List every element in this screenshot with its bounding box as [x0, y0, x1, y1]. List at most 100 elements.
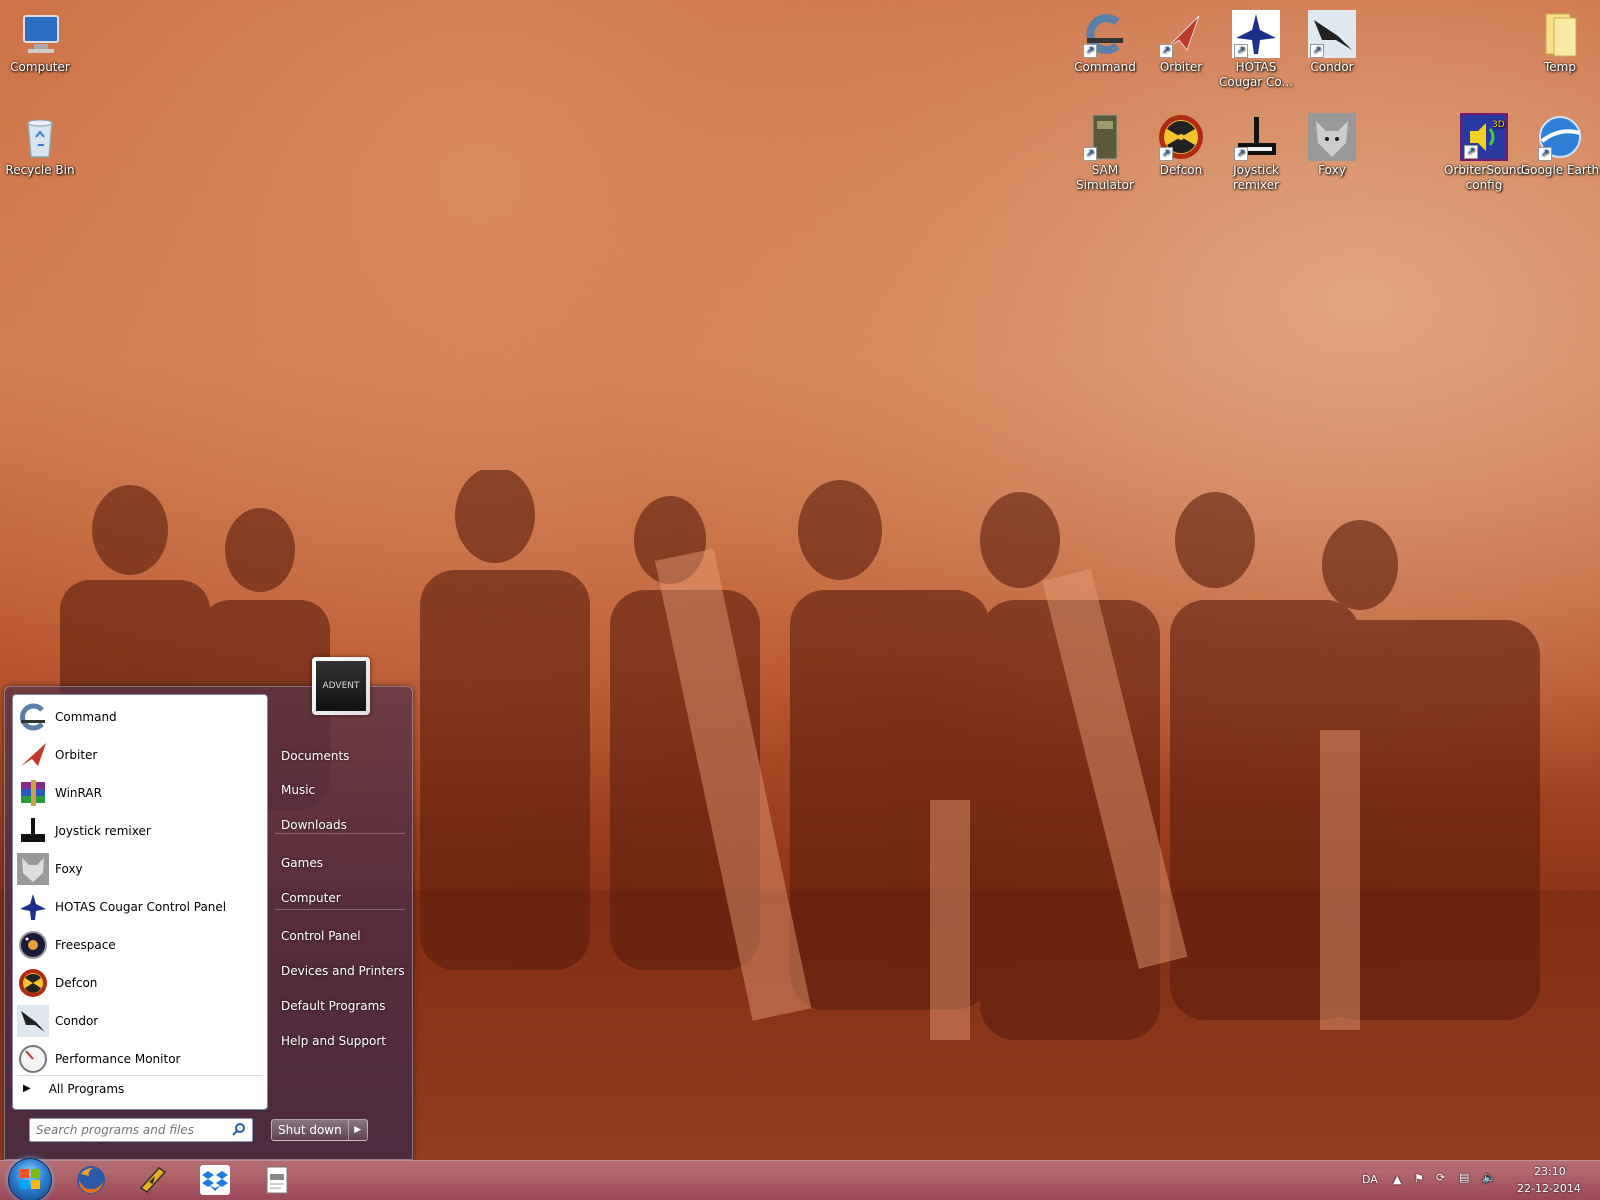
shutdown-options-arrow-icon[interactable]: ▶: [349, 1120, 367, 1140]
orbiter-icon: [17, 739, 49, 771]
shutdown-button[interactable]: Shut down: [272, 1120, 349, 1140]
hotas-icon: ↗: [1232, 10, 1280, 58]
taskbar-dropbox[interactable]: [188, 1163, 242, 1199]
search-box[interactable]: [29, 1118, 253, 1142]
show-hidden-icons-arrow-icon[interactable]: ▲: [1393, 1173, 1401, 1186]
desktop-icon-temp[interactable]: Temp: [1520, 10, 1600, 75]
clock-date[interactable]: 22-12-2014: [1517, 1182, 1581, 1195]
start-button[interactable]: [8, 1158, 52, 1200]
desktop-icon-condor[interactable]: ↗ Condor: [1292, 10, 1372, 75]
start-program-performance-monitor[interactable]: Performance Monitor: [17, 1041, 263, 1077]
action-center-flag-icon[interactable]: ⚑: [1414, 1172, 1424, 1185]
taskbar-firefox[interactable]: [64, 1163, 118, 1199]
orbiter-icon: ↗: [1157, 10, 1205, 58]
start-program-joystick-remixer[interactable]: Joystick remixer: [17, 813, 263, 849]
volume-icon[interactable]: 🔈: [1482, 1171, 1496, 1184]
desktop-icon-label: Condor: [1310, 60, 1354, 74]
shortcut-arrow-icon: ↗: [1159, 147, 1173, 161]
expand-arrow-icon: ▶: [23, 1083, 31, 1094]
start-program-condor[interactable]: Condor: [17, 1003, 263, 1039]
foxy-icon: [17, 853, 49, 885]
start-program-defcon[interactable]: Defcon: [17, 965, 263, 1001]
search-icon[interactable]: [232, 1122, 246, 1139]
shortcut-arrow-icon: ↗: [1083, 44, 1097, 58]
taskbar: DA ▲ ⚑ ⟳ ▤ 🔈 23:10 22-12-2014: [0, 1160, 1600, 1200]
desktop-icon-sam-simulator[interactable]: ↗ SAM Simulator: [1065, 113, 1145, 193]
recycle-bin-icon: [16, 113, 64, 161]
winamp-icon: [137, 1164, 169, 1199]
command-icon: ↗: [1081, 10, 1129, 58]
start-link-devices-printers[interactable]: Devices and Printers: [275, 957, 405, 985]
condor-icon: ↗: [1308, 10, 1356, 58]
computer-icon: [16, 10, 64, 58]
shortcut-arrow-icon: ↗: [1083, 147, 1097, 161]
taskbar-winamp[interactable]: [126, 1163, 180, 1199]
desktop-icon-label: Recycle Bin: [5, 163, 75, 177]
google-earth-icon: ↗: [1536, 113, 1584, 161]
start-link-computer[interactable]: Computer: [275, 884, 405, 912]
shortcut-arrow-icon: ↗: [1310, 44, 1324, 58]
sam-simulator-icon: ↗: [1081, 113, 1129, 161]
program-label: Foxy: [55, 862, 83, 876]
program-label: Condor: [55, 1014, 99, 1028]
start-program-foxy[interactable]: Foxy: [17, 851, 263, 887]
start-menu: ADVENT Command Orbiter WinRAR Joystick r…: [4, 657, 413, 1160]
program-label: HOTAS Cougar Control Panel: [55, 900, 227, 914]
start-program-hotas[interactable]: HOTAS Cougar Control Panel: [17, 889, 263, 925]
desktop-icon-label: Temp: [1544, 60, 1576, 74]
start-program-command[interactable]: Command: [17, 699, 263, 735]
desktop-icon-orbiter[interactable]: ↗ Orbiter: [1141, 10, 1221, 75]
firefox-icon: [75, 1164, 107, 1199]
start-program-winrar[interactable]: WinRAR: [17, 775, 263, 811]
joystick-icon: [17, 815, 49, 847]
shortcut-arrow-icon: ↗: [1234, 147, 1248, 161]
joystick-icon: ↗: [1232, 113, 1280, 161]
start-link-default-programs[interactable]: Default Programs: [275, 992, 405, 1020]
program-label: Command: [55, 710, 117, 724]
dropbox-icon: [199, 1164, 231, 1199]
desktop-icon-label: OrbiterSound config: [1444, 163, 1525, 192]
clock-time[interactable]: 23:10: [1534, 1165, 1566, 1178]
desktop-icon-google-earth[interactable]: ↗ Google Earth: [1520, 113, 1600, 178]
program-label: Defcon: [55, 976, 98, 990]
condor-icon: [17, 1005, 49, 1037]
hotas-icon: [17, 891, 49, 923]
program-label: Performance Monitor: [55, 1052, 181, 1066]
start-link-games[interactable]: Games: [275, 849, 405, 877]
start-link-help-support[interactable]: Help and Support: [275, 1027, 405, 1055]
document-icon: [261, 1164, 293, 1199]
start-link-control-panel[interactable]: Control Panel: [275, 922, 405, 950]
winrar-icon: [17, 777, 49, 809]
desktop-icon-label: Orbiter: [1159, 60, 1203, 74]
start-program-freespace[interactable]: Freespace: [17, 927, 263, 963]
desktop-icon-command[interactable]: ↗ Command: [1065, 10, 1145, 75]
taskbar-document[interactable]: [250, 1163, 304, 1199]
all-programs-button[interactable]: ▶ All Programs: [17, 1075, 263, 1101]
orbitersound-icon: 3D ↗: [1460, 113, 1508, 161]
user-picture-logo: ADVENT: [316, 661, 366, 711]
desktop-icon-computer[interactable]: Computer: [0, 10, 80, 75]
desktop-icon-joystick[interactable]: ↗ Joystick remixer: [1216, 113, 1296, 193]
network-icon[interactable]: ▤: [1459, 1171, 1469, 1184]
desktop-icon-defcon[interactable]: ↗ Defcon: [1141, 113, 1221, 178]
start-link-documents[interactable]: Documents: [275, 742, 405, 770]
desktop-icon-foxy[interactable]: Foxy: [1292, 113, 1372, 178]
start-link-downloads[interactable]: Downloads: [275, 811, 405, 839]
user-picture[interactable]: ADVENT: [312, 657, 370, 715]
shortcut-arrow-icon: ↗: [1159, 44, 1173, 58]
desktop-icon-recycle-bin[interactable]: Recycle Bin: [0, 113, 80, 178]
desktop-icon-hotas[interactable]: ↗ HOTAS Cougar Co...: [1216, 10, 1296, 90]
language-indicator[interactable]: DA: [1362, 1173, 1378, 1186]
defcon-icon: ↗: [1157, 113, 1205, 161]
start-link-music[interactable]: Music: [275, 776, 405, 804]
desktop-icon-orbitersound[interactable]: 3D ↗ OrbiterSound config: [1444, 113, 1524, 193]
folder-icon: [1536, 10, 1584, 58]
search-input[interactable]: [36, 1123, 216, 1137]
desktop-icon-label: Google Earth: [1520, 163, 1600, 177]
windows-logo-icon: [18, 1167, 42, 1194]
sync-icon[interactable]: ⟳: [1436, 1171, 1445, 1184]
desktop-icon-label: Computer: [10, 60, 70, 74]
defcon-icon: [17, 967, 49, 999]
start-program-orbiter[interactable]: Orbiter: [17, 737, 263, 773]
desktop-icon-label: Command: [1074, 60, 1136, 74]
